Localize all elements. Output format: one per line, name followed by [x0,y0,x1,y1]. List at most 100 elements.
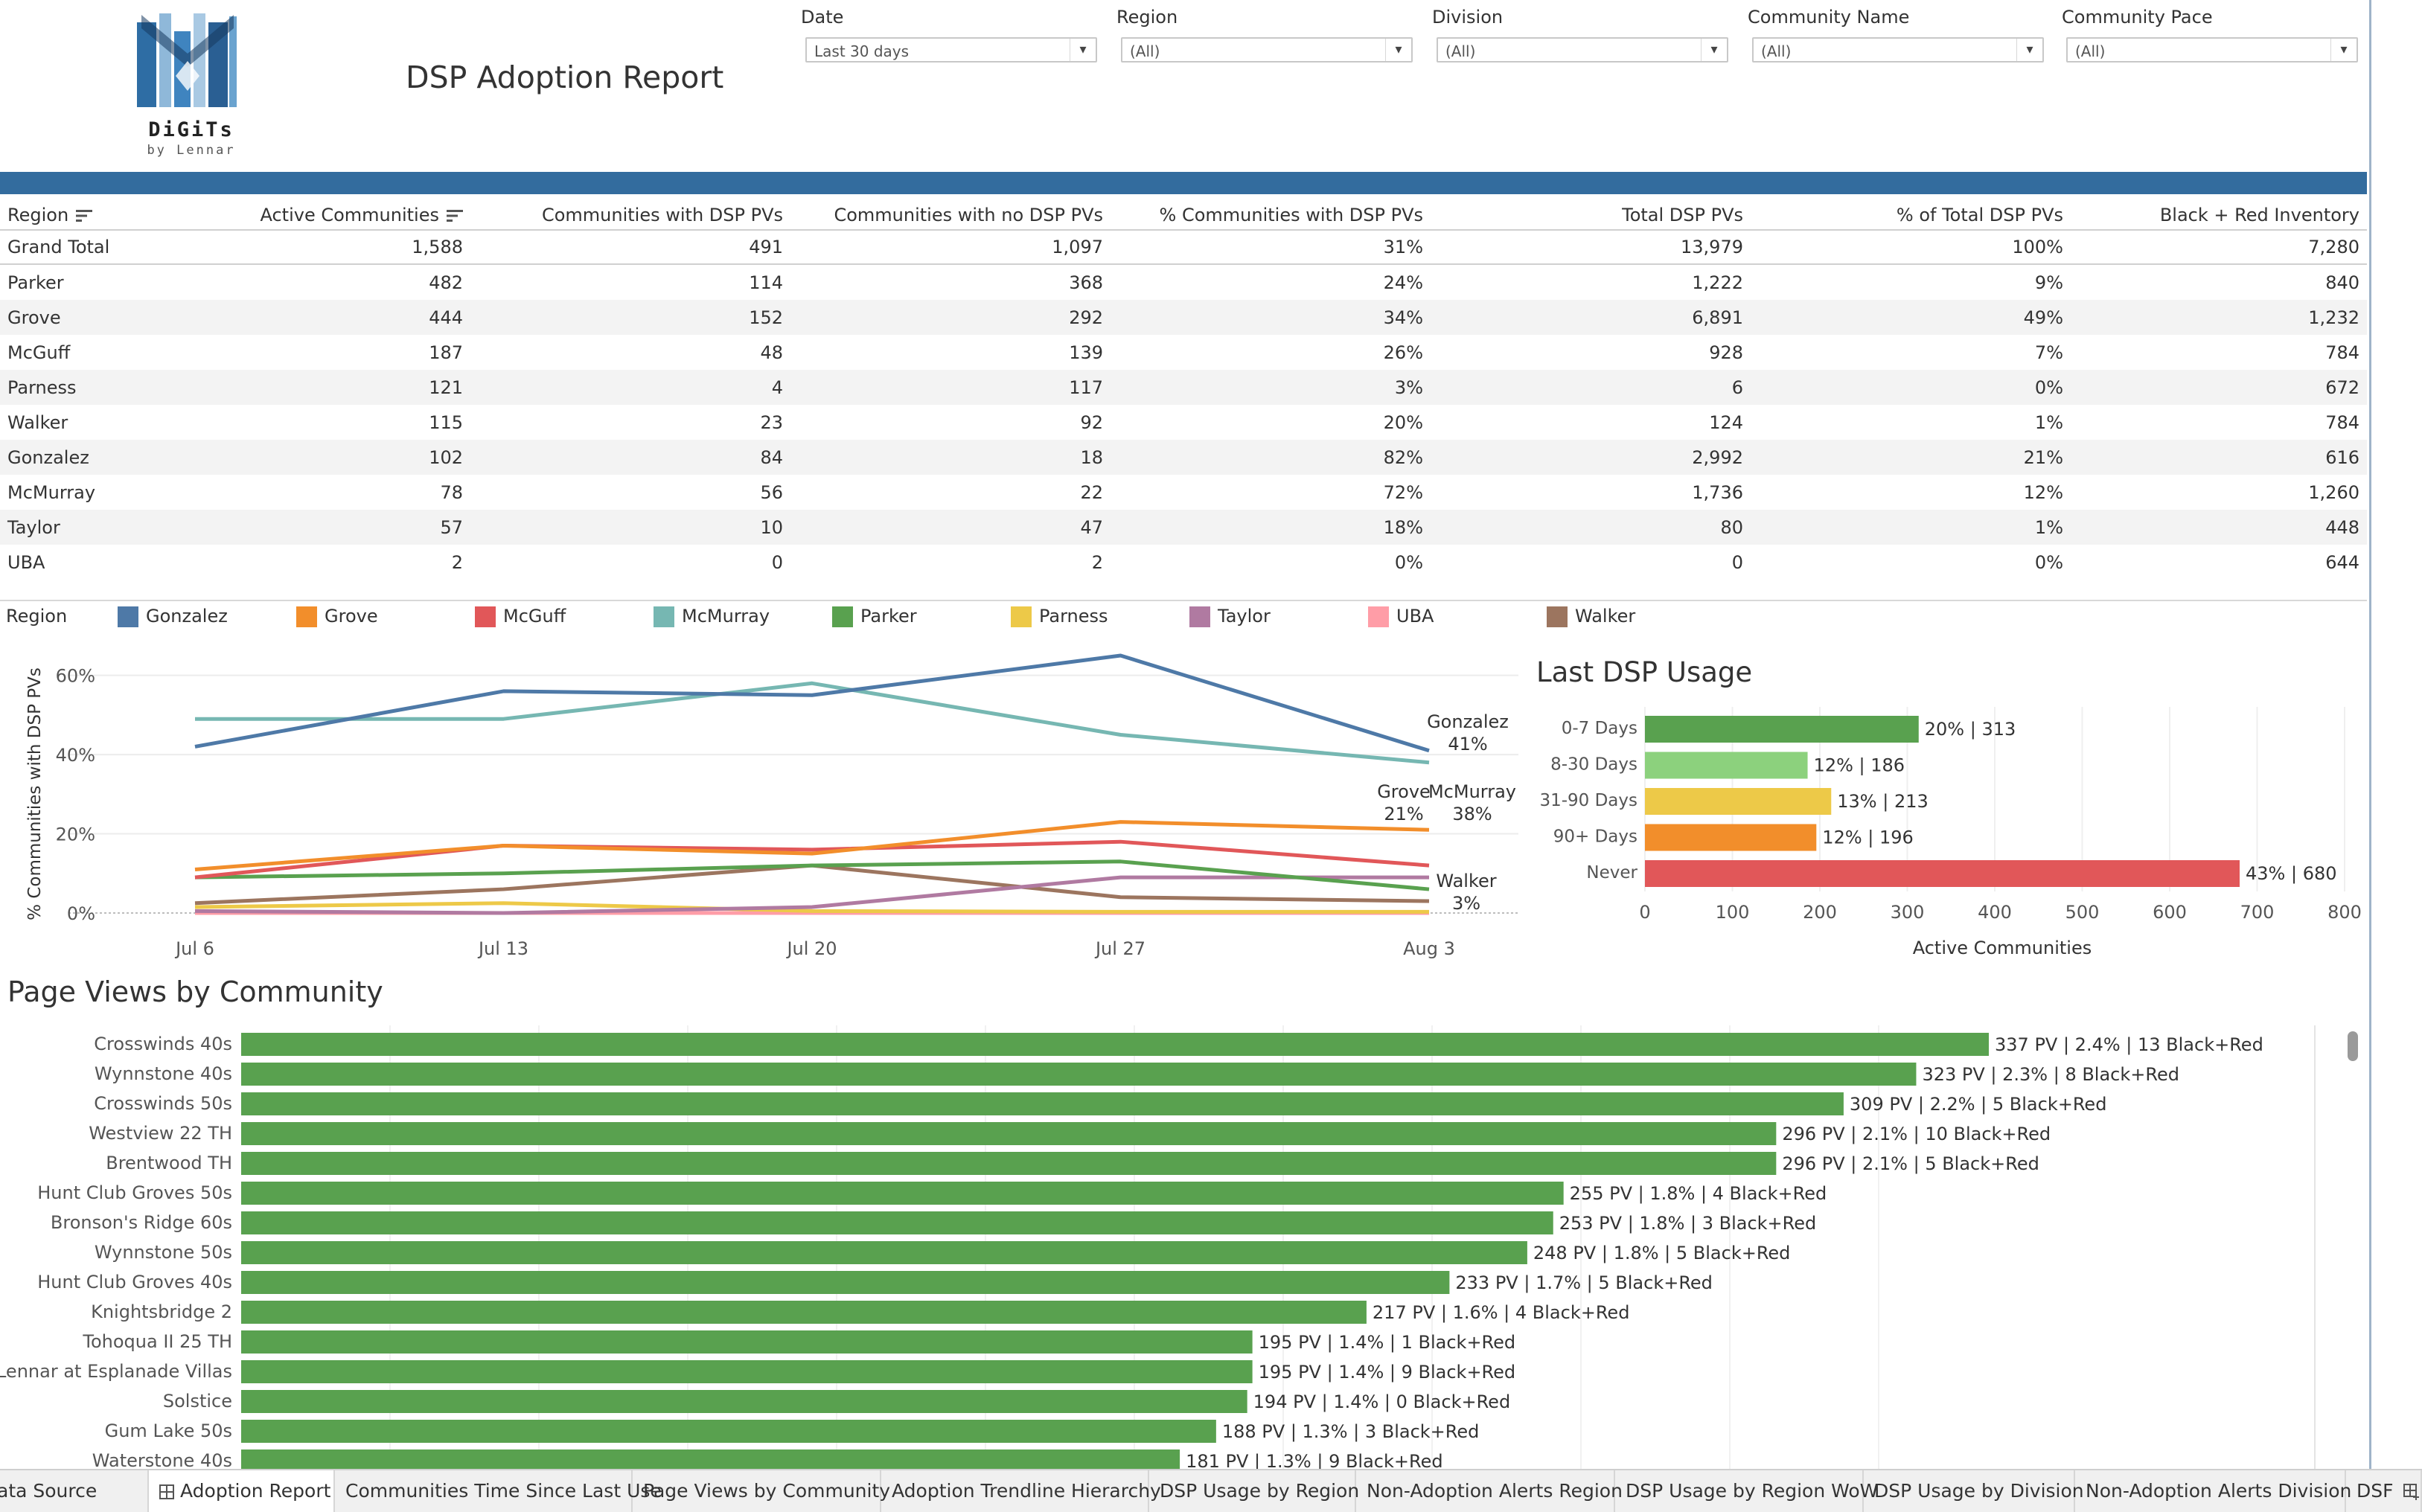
community-name-select[interactable]: (All) ▾ [1752,37,2044,63]
region-cell: Grove [0,300,164,335]
filter-date: Date Last 30 days ▾ [801,6,1099,63]
column-header[interactable]: % Communities with DSP PVs [1111,201,1431,231]
community-label: Hunt Club Groves 50s [37,1182,232,1203]
tab-adoption-report[interactable]: Adoption Report [149,1470,335,1512]
filter-value: (All) [1761,42,1792,60]
table-row[interactable]: Grove 444 152 292 34% 6,891 49% 1,232 [0,300,2367,335]
grand-total-row[interactable]: Grand Total 1,588 491 1,097 31% 13,979 100% 7,2… [0,230,2367,265]
table-row[interactable]: Parness 121 4 117 3% 6 0% 672 [0,370,2367,405]
table-cell: 114 [749,272,783,293]
legend-item-taylor[interactable]: Taylor [1189,606,1271,627]
column-header[interactable]: % of Total DSP PVs [1751,201,2071,231]
date-select[interactable]: Last 30 days ▾ [805,37,1097,63]
last-dsp-usage-bar-chart: Last DSP Usage 0 100 200 300 400 500 600 700 800 0… [1536,656,2362,958]
series-name-label: McMurray [1428,781,1516,802]
x-axis-label: Active Communities [1913,938,2092,958]
community-pace-select[interactable]: (All) ▾ [2066,37,2358,63]
filter-region: Region (All) ▾ [1116,6,1414,63]
table-cell: 187 [429,342,463,363]
sheet-tab-bar: ata Source Adoption Report Communities T… [0,1469,2422,1512]
table-row[interactable]: McMurray 78 56 22 72% 1,736 12% 1,260 [0,475,2367,510]
y-axis-label: % Communities with DSP PVs [25,667,45,920]
bar-value-label: 195 PV | 1.4% | 1 Black+Red [1259,1332,1516,1353]
tab-page-views-by-community[interactable]: Page Views by Community [633,1470,890,1512]
table-cell: 13,979 [1431,230,1751,265]
community-label: Solstice [163,1391,232,1412]
new-dashboard-icon[interactable] [2403,1484,2420,1500]
division-select[interactable]: (All) ▾ [1437,37,1728,63]
legend-item-mcmurray[interactable]: McMurray [654,606,770,627]
table-cell: 1% [1751,510,2071,545]
filter-community-name: Community Name (All) ▾ [1748,6,2045,63]
table-cell: 482 [429,272,463,293]
column-header[interactable]: Communities with DSP PVs [470,201,790,231]
region-select[interactable]: (All) ▾ [1121,37,1413,63]
table-cell: 7% [2034,342,2063,363]
table-cell: 1,588 [164,230,470,265]
chevron-down-icon[interactable]: ▾ [2330,39,2357,61]
column-header[interactable]: Total DSP PVs [1431,201,1751,231]
legend-item-parker[interactable]: Parker [832,606,917,627]
table-cell: 49% [1751,300,2071,335]
legend-item-grove[interactable]: Grove [296,606,378,627]
bar-value-label: 296 PV | 2.1% | 5 Black+Red [1782,1153,2039,1174]
table-cell: 2,992 [1431,440,1751,475]
tab-dsp-usage-by-division[interactable]: DSP Usage by Division [1864,1470,2084,1512]
table-row[interactable]: Walker 115 23 92 20% 124 1% 784 [0,405,2367,440]
table-cell: 10 [470,510,790,545]
table-cell: 672 [2071,370,2367,405]
tab-communities-time-since-last-use[interactable]: Communities Time Since Last Use [335,1470,662,1512]
column-header[interactable]: Active Communities [164,201,470,231]
table-row[interactable]: UBA 2 0 2 0% 0 0% 644 [0,545,2367,580]
table-cell: 115 [429,411,463,433]
x-tick-label: 400 [1978,902,2012,923]
table-row[interactable]: Parker 482 114 368 24% 1,222 9% 840 [0,264,2367,300]
tab-data-source[interactable]: ata Source [0,1470,149,1512]
tab-dsp-usage-by-region[interactable]: DSP Usage by Region [1149,1470,1359,1512]
table-cell: 491 [470,230,790,265]
table-row[interactable]: McGuff 187 48 139 26% 928 7% 784 [0,335,2367,370]
chevron-down-icon[interactable]: ▾ [2016,39,2042,61]
category-label: Never [1586,863,1637,882]
table-cell: 0 [1731,551,1743,573]
legend-item-uba[interactable]: UBA [1368,606,1434,627]
tab-dsf[interactable]: DSF [2346,1470,2422,1512]
tab-non-adoption-alerts-region[interactable]: Non-Adoption Alerts Region [1356,1470,1623,1512]
sort-icon[interactable] [447,209,463,222]
filter-label: Community Name [1748,7,1910,28]
page-views-bar [241,1152,1777,1175]
y-tick-label: 40% [56,745,95,766]
page-views-bar [241,1092,1844,1115]
usage-bar [1645,716,1919,743]
tab-adoption-trendline-hierarchy[interactable]: Adoption Trendline Hierarchy [881,1470,1161,1512]
column-header[interactable]: Black + Red Inventory [2071,201,2367,231]
community-label: Crosswinds 50s [94,1093,232,1114]
table-cell: 21% [1751,440,2071,475]
table-cell: 23 [760,411,783,433]
chart-scrollbar-thumb[interactable] [2348,1031,2358,1061]
filter-value: Last 30 days [814,42,910,60]
table-header-row: Region Active Communities Communities wi… [0,201,2367,231]
legend-item-mcguff[interactable]: McGuff [475,606,566,627]
chevron-down-icon[interactable]: ▾ [1385,39,1411,61]
chevron-down-icon[interactable]: ▾ [1070,39,1096,61]
table-row[interactable]: Taylor 57 10 47 18% 80 1% 448 [0,510,2367,545]
legend-swatch [475,606,496,627]
sort-icon[interactable] [76,209,93,222]
legend-item-walker[interactable]: Walker [1547,606,1635,627]
tab-non-adoption-alerts-division[interactable]: Non-Adoption Alerts Division [2075,1470,2351,1512]
legend-swatch [832,606,853,627]
column-header[interactable]: Region [0,201,164,231]
table-cell: 1,232 [2071,300,2367,335]
legend-item-gonzalez[interactable]: Gonzalez [118,606,228,627]
region-cell: McGuff [7,342,71,363]
legend-item-parness[interactable]: Parness [1011,606,1108,627]
table-cell: 34% [1111,300,1431,335]
tab-dsp-usage-by-region-wow[interactable]: DSP Usage by Region WoW [1615,1470,1878,1512]
column-header[interactable]: Communities with no DSP PVs [790,201,1111,231]
table-row[interactable]: Gonzalez 102 84 18 82% 2,992 21% 616 [0,440,2367,475]
bar-value-label: 195 PV | 1.4% | 9 Black+Red [1259,1362,1516,1383]
chevron-down-icon[interactable]: ▾ [1701,39,1727,61]
region-cell: Walker [7,411,68,433]
legend-swatch [1368,606,1389,627]
